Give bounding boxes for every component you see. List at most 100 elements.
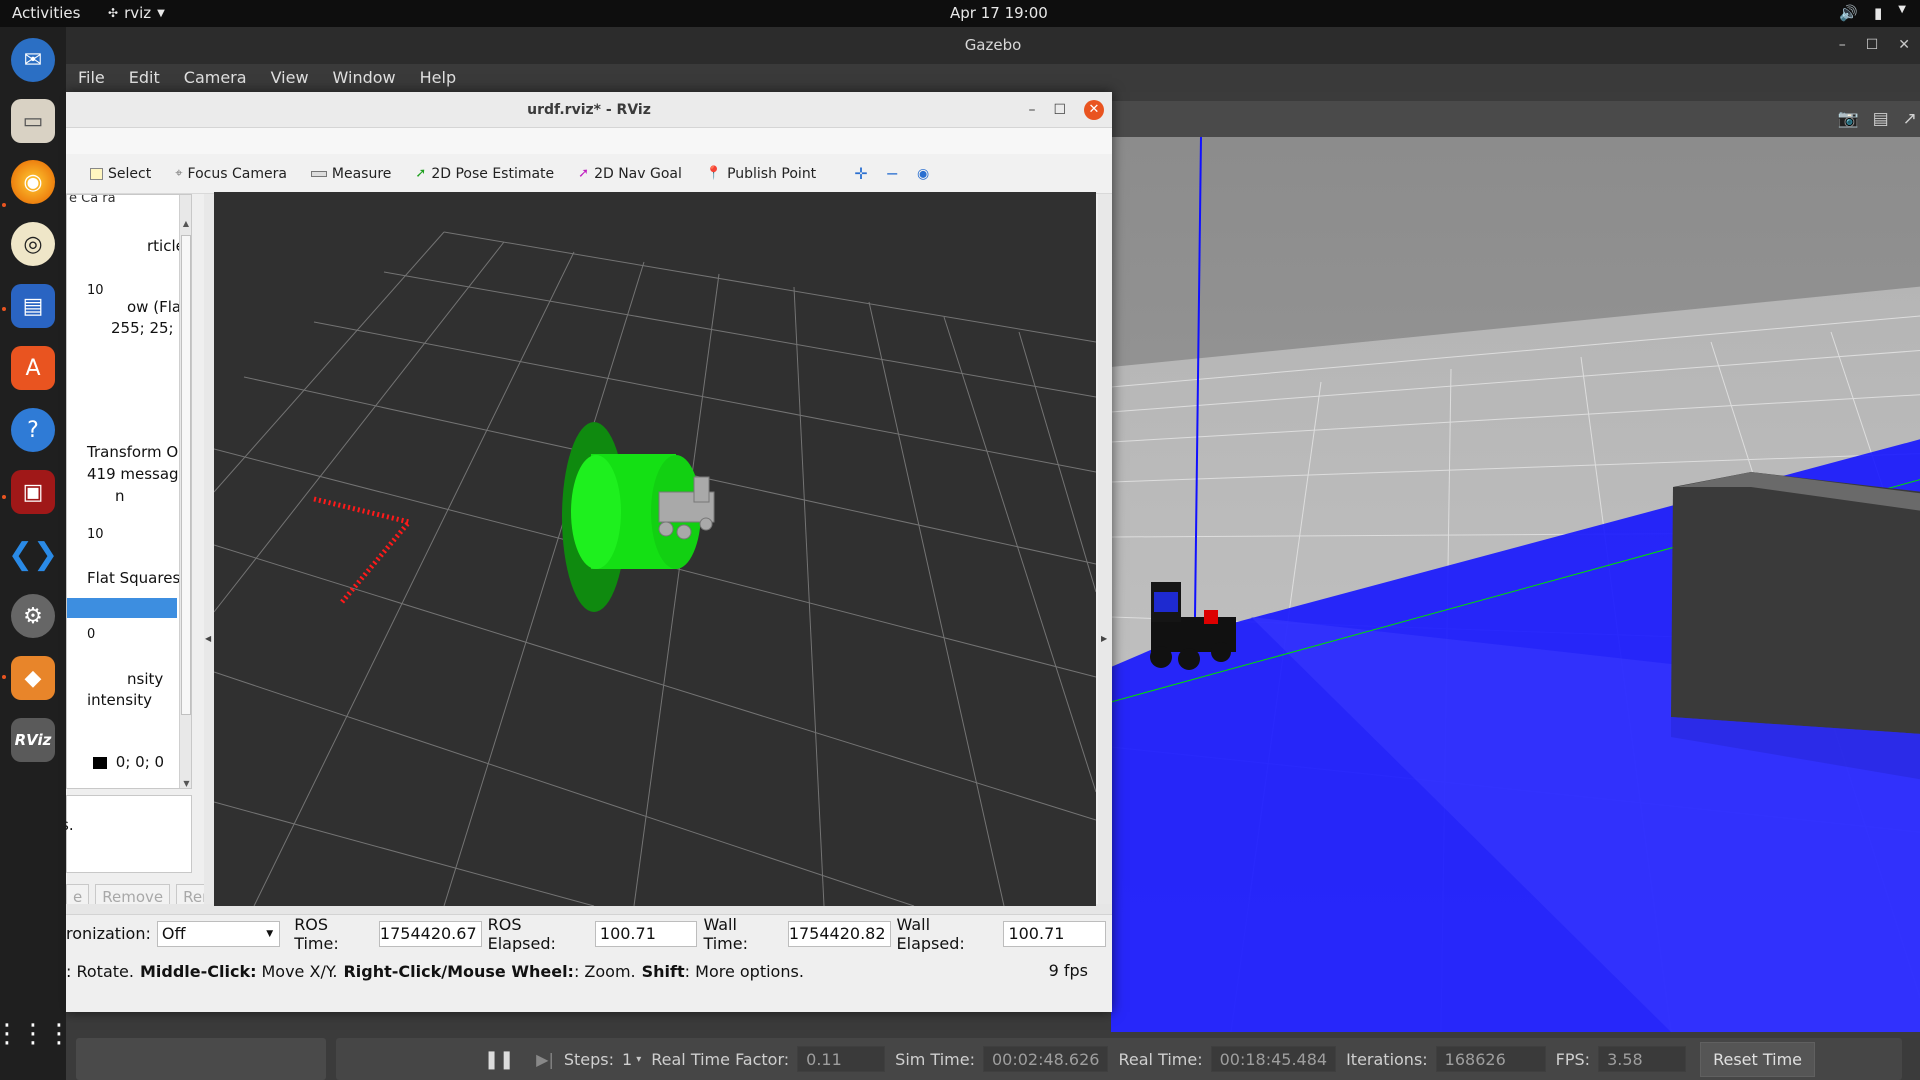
hint-right-key: Right-Click/Mouse Wheel: [343, 961, 574, 981]
add-tool-icon[interactable]: ✛ [854, 164, 867, 183]
settings-icon[interactable]: ⚙ [11, 594, 55, 638]
tree-row[interactable]: 10 [67, 283, 177, 298]
nav-goal-tool[interactable]: ➚ 2D Nav Goal [578, 166, 682, 182]
gazebo-titlebar[interactable]: Gazebo – ☐ ✕ [66, 27, 1920, 64]
menu-window[interactable]: Window [321, 64, 408, 92]
close-button[interactable]: ✕ [1084, 100, 1104, 120]
focus-camera-tool[interactable]: ⌖ Focus Camera [175, 166, 287, 182]
tree-row[interactable]: nsity [67, 670, 177, 688]
map-pin-icon: 📍 [705, 166, 723, 181]
plot-icon[interactable]: ↗ [1903, 109, 1917, 129]
sync-select[interactable]: Off ▼ [156, 920, 281, 947]
log-icon[interactable]: ▤ [1873, 109, 1889, 129]
sync-select-value: Off [161, 923, 186, 943]
rviz-3d-view[interactable] [214, 192, 1096, 906]
rviz-dock-icon[interactable]: RViz [11, 718, 55, 762]
system-tray[interactable]: 🔊 ▮ ▼ [1839, 4, 1906, 22]
selected-tree-row[interactable] [67, 598, 177, 618]
crosshair-icon: ⌖ [175, 166, 183, 181]
step-button[interactable]: ▶| [536, 1050, 554, 1069]
terminal-icon[interactable]: ▣ [11, 470, 55, 514]
menu-edit[interactable]: Edit [117, 64, 172, 92]
measure-tool[interactable]: Measure [310, 166, 391, 182]
scroll-thumb[interactable] [181, 235, 191, 715]
tree-row[interactable]: e Ca ra [67, 195, 177, 206]
ros-time-label: ROS Time: [294, 914, 339, 953]
description-text: s. [66, 816, 74, 834]
screenshot-icon[interactable]: 📷 [1837, 109, 1858, 129]
app-menu[interactable]: ✣ rviz ▼ [108, 4, 165, 22]
left-splitter-handle[interactable]: ◀ [204, 194, 214, 904]
chevron-down-icon: ▼ [1898, 4, 1906, 15]
magenta-arrow-icon: ➚ [578, 166, 590, 181]
tree-row[interactable]: Flat Squares [67, 569, 180, 587]
real-time-label: Real Time: [1118, 1049, 1203, 1069]
tree-row[interactable]: 0 [67, 627, 177, 642]
thunderbird-icon[interactable]: ✉ [11, 38, 55, 82]
menu-help[interactable]: Help [408, 64, 468, 92]
gazebo-left-panel-footer [76, 1038, 326, 1080]
software-icon[interactable]: A [11, 346, 55, 390]
steps-value[interactable]: 1 [622, 1050, 632, 1069]
tree-row[interactable]: 419 messages r... [67, 465, 191, 483]
tree-row[interactable]: 255; 25; 0 [67, 319, 188, 337]
ros-time-field[interactable]: 31754420.67 [379, 920, 482, 947]
tree-row[interactable]: rticlecloud [67, 237, 191, 255]
vscode-icon[interactable]: ❮❯ [8, 532, 58, 576]
displays-tree[interactable]: e Ca ra rticlecloud 10 ow (Flat) 255; 25… [66, 194, 192, 789]
gazebo-3d-view[interactable] [1111, 137, 1920, 1032]
running-indicator [2, 495, 6, 499]
rviz-titlebar[interactable]: urdf.rviz* - RViz – ☐ ✕ [66, 92, 1112, 128]
tree-scrollbar[interactable]: ▲ ▼ [179, 195, 191, 788]
menu-view[interactable]: View [259, 64, 321, 92]
firefox-icon[interactable]: ◉ [11, 160, 55, 204]
menu-file[interactable]: File [66, 64, 117, 92]
ros-elapsed-field[interactable]: 100.71 [594, 920, 698, 947]
files-icon[interactable]: ▭ [11, 99, 55, 143]
menu-camera[interactable]: Camera [172, 64, 259, 92]
rtf-label: Real Time Factor: [651, 1049, 790, 1069]
pause-button[interactable]: ❚❚ [484, 1049, 514, 1070]
publish-point-tool[interactable]: 📍 Publish Point [706, 166, 816, 182]
rtf-value: 0.11 [797, 1046, 886, 1072]
color-value: 0; 0; 0 [115, 753, 165, 771]
clock[interactable]: Apr 17 19:00 [950, 4, 1048, 22]
tool-properties-icon[interactable]: ◉ [917, 166, 929, 182]
app-menu-label: rviz [124, 4, 152, 22]
minimize-button[interactable]: – [1839, 27, 1846, 64]
select-tool-label: Select [108, 165, 152, 182]
tree-row[interactable]: 0; 0; 0 [67, 753, 177, 771]
minimize-button[interactable]: – [1028, 92, 1035, 128]
activities-button[interactable]: Activities [12, 4, 80, 22]
select-tool[interactable]: Select [90, 166, 151, 182]
maximize-button[interactable]: ☐ [1053, 92, 1066, 128]
maximize-button[interactable]: ☐ [1866, 27, 1879, 64]
tree-row[interactable]: 10 [67, 527, 177, 542]
help-icon[interactable]: ? [11, 408, 55, 452]
pose-estimate-tool[interactable]: ➚ 2D Pose Estimate [415, 166, 554, 182]
wall-time-field[interactable]: 31754420.82 [787, 920, 891, 947]
chevron-down-icon[interactable]: ▾ [636, 1054, 641, 1065]
remove-tool-icon[interactable]: − [886, 164, 899, 183]
reset-time-button[interactable]: Reset Time [1700, 1041, 1816, 1077]
scroll-down-icon[interactable]: ▼ [180, 779, 191, 788]
nav-goal-tool-label: 2D Nav Goal [594, 165, 682, 182]
property-description: s. [66, 795, 192, 873]
tree-row[interactable]: ow (Flat) [67, 298, 191, 316]
scroll-up-icon[interactable]: ▲ [180, 219, 191, 228]
writer-icon[interactable]: ▤ [11, 284, 55, 328]
tree-row[interactable]: n [67, 487, 177, 505]
close-button[interactable]: ✕ [1898, 27, 1910, 64]
right-splitter-handle[interactable]: ▶ [1098, 194, 1112, 904]
tree-row[interactable]: intensity [67, 691, 177, 709]
sim-time-value: 00:02:48.626 [982, 1046, 1109, 1072]
gazebo-title: Gazebo [964, 36, 1022, 54]
wall-elapsed-field[interactable]: 100.71 [1003, 920, 1106, 947]
ruler-icon [310, 170, 327, 177]
gazebo-icon[interactable]: ◆ [11, 656, 55, 700]
hint-rotate: : Rotate. [66, 961, 134, 981]
rhythmbox-icon[interactable]: ◎ [11, 222, 55, 266]
tree-row[interactable]: Transform OK [67, 443, 188, 461]
app-grid-icon[interactable]: ⋮⋮⋮ [0, 1012, 72, 1056]
steps-label: Steps: [563, 1049, 615, 1069]
